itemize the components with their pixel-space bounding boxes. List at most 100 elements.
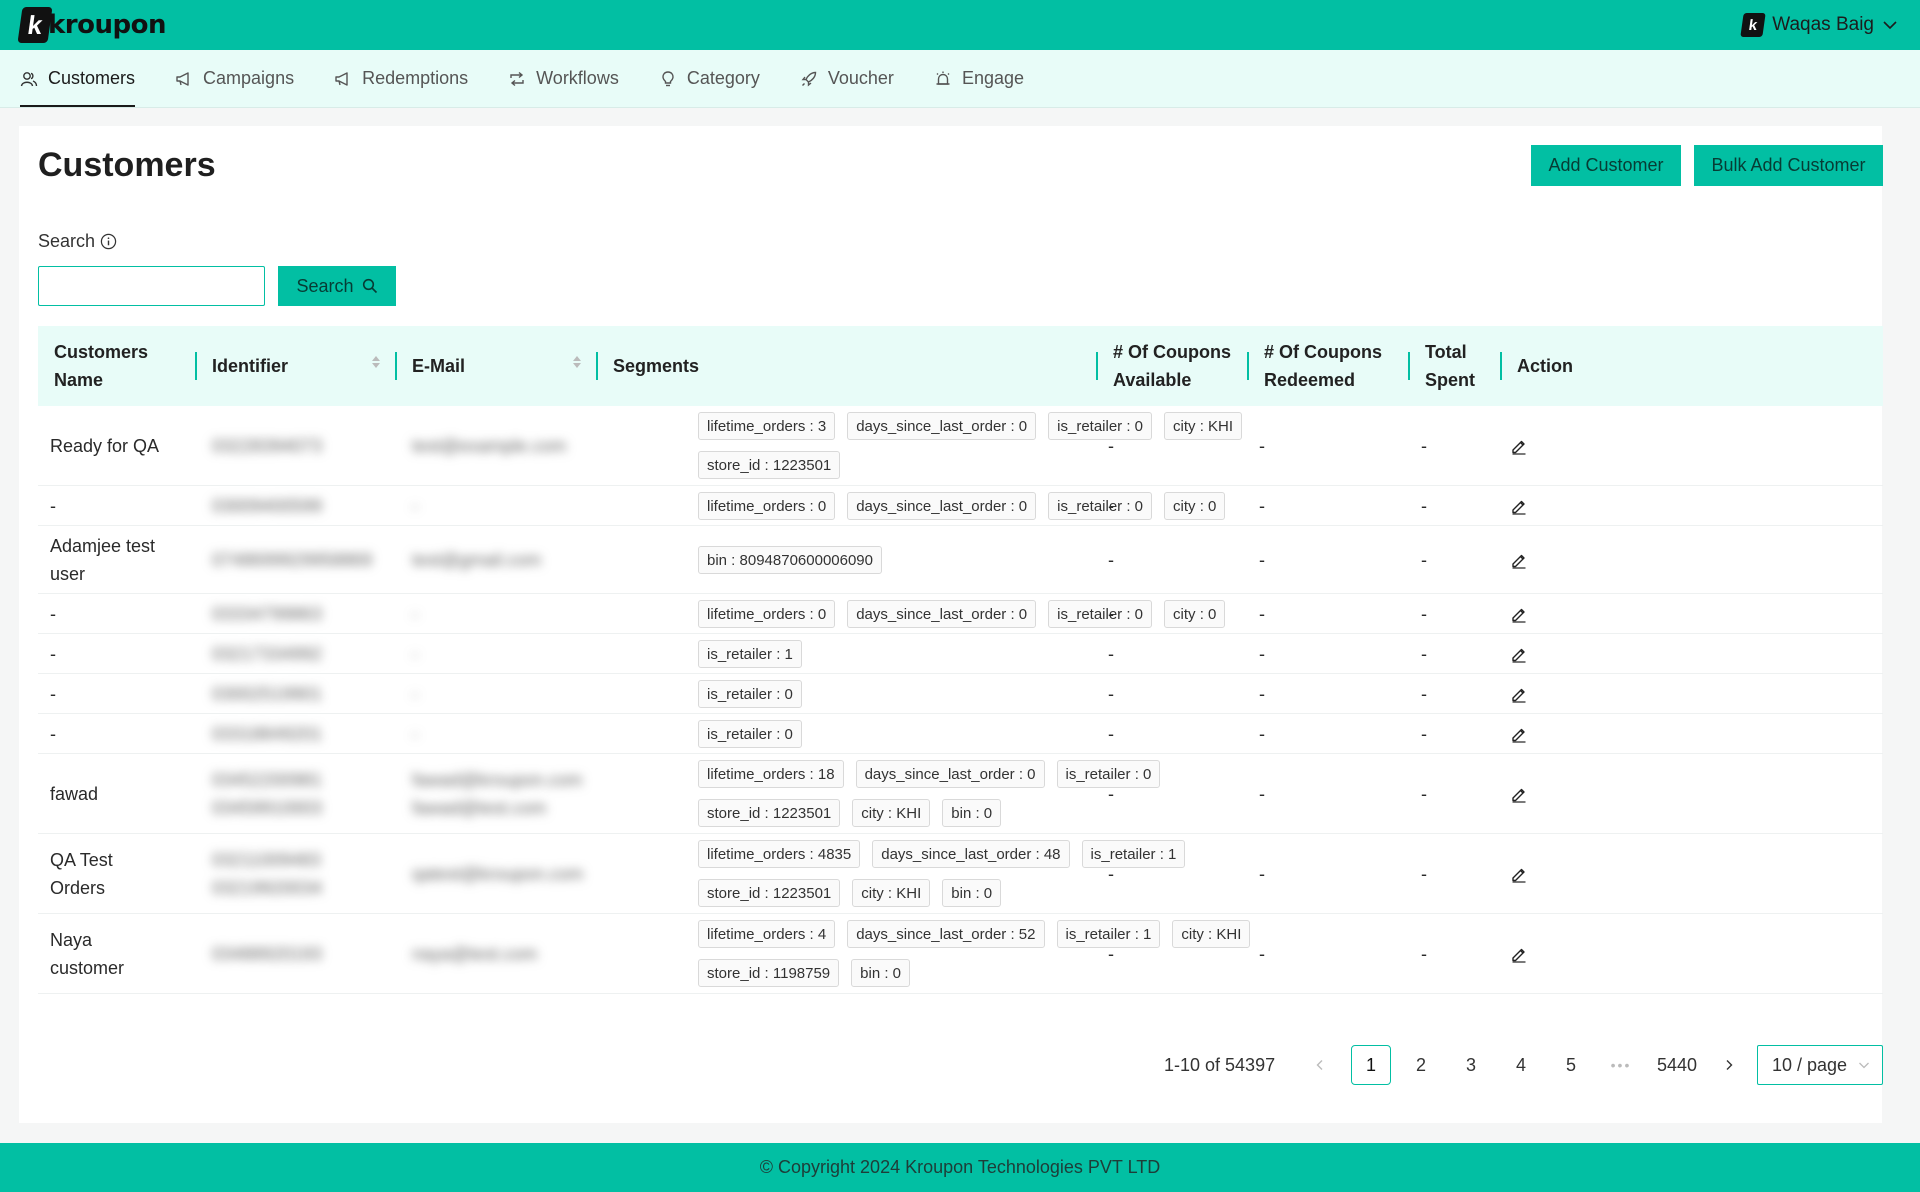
coupons-redeemed-cell: -: [1259, 783, 1265, 804]
action-cell: [1510, 486, 1528, 525]
segment-tag: bin : 0: [851, 959, 911, 987]
nav-item-category[interactable]: Category: [659, 50, 760, 107]
edit-icon[interactable]: [1510, 437, 1528, 455]
nav-item-voucher[interactable]: Voucher: [800, 50, 894, 107]
nav-item-campaigns[interactable]: Campaigns: [175, 50, 294, 107]
coupons-redeemed-cell: -: [1259, 549, 1265, 570]
sort-icon[interactable]: [573, 356, 581, 368]
segments-cell: lifetime_orders : 0 days_since_last_order…: [698, 600, 1258, 628]
add-customer-button[interactable]: Add Customer: [1531, 145, 1681, 186]
coupons-available-cell: -: [1108, 495, 1114, 516]
nav-item-workflows[interactable]: Workflows: [508, 50, 619, 107]
page-5-button[interactable]: 5: [1551, 1045, 1591, 1085]
pagination: 1-10 of 54397 1 2 3 4 5 ••• 5440 10 / pa…: [19, 1045, 1883, 1085]
column-header-email[interactable]: E-Mail: [412, 326, 465, 406]
edit-icon[interactable]: [1510, 945, 1528, 963]
segment-tag: city : KHI: [852, 879, 931, 907]
identifier-cell: 0748699929958869: [212, 549, 373, 570]
total-spent-cell: -: [1421, 495, 1427, 516]
sort-icon[interactable]: [372, 356, 380, 368]
segments-cell: is_retailer : 0: [698, 720, 1258, 748]
segment-tag: lifetime_orders : 4: [698, 920, 836, 948]
nav-item-engage[interactable]: Engage: [934, 50, 1024, 107]
customer-name-cell: Adamjee test user: [50, 535, 156, 584]
action-cell: [1510, 634, 1528, 673]
edit-icon[interactable]: [1510, 685, 1528, 703]
customers-table: Customers Name Identifier E-Mail Segment…: [38, 326, 1883, 994]
segment-tag: days_since_last_order : 0: [847, 492, 1037, 520]
page-size-select[interactable]: 10 / page: [1757, 1045, 1883, 1085]
segment-tag: store_id : 1223501: [698, 879, 841, 907]
pagination-ellipsis[interactable]: •••: [1601, 1045, 1641, 1085]
identifier-cell: 03217334992: [212, 643, 323, 664]
column-header-coupons-redeemed: # Of Coupons Redeemed: [1264, 342, 1382, 390]
identifier-cell: 03228394073: [212, 435, 323, 456]
brand-logo[interactable]: k kroupon: [17, 3, 166, 47]
email-cell: -: [412, 495, 418, 516]
segment-tag: city : KHI: [852, 799, 931, 827]
page-title: Customers: [38, 146, 216, 184]
segment-tag: lifetime_orders : 4835: [698, 840, 861, 868]
coupons-available-cell: -: [1108, 549, 1114, 570]
identifier-cell: 03002519901: [212, 683, 323, 704]
customer-name-cell: -: [50, 603, 56, 624]
segments-cell: lifetime_orders : 0 days_since_last_order…: [698, 492, 1258, 520]
edit-icon[interactable]: [1510, 645, 1528, 663]
coupons-redeemed-cell: -: [1259, 435, 1265, 456]
edit-icon[interactable]: [1510, 725, 1528, 743]
action-cell: [1510, 526, 1528, 593]
megaphone-icon: [334, 70, 352, 88]
action-cell: [1510, 674, 1528, 713]
segment-tag: city : KHI: [1172, 920, 1251, 948]
edit-icon[interactable]: [1510, 551, 1528, 569]
segments-cell: lifetime_orders : 18 days_since_last_orde…: [698, 760, 1258, 827]
user-name: Waqas Baig: [1772, 14, 1874, 35]
search-button-label: Search: [296, 275, 354, 296]
segment-tag: lifetime_orders : 18: [698, 760, 844, 788]
action-cell: [1510, 754, 1528, 833]
column-separator: [596, 352, 598, 380]
rocket-icon: [800, 70, 818, 88]
megaphone-icon: [175, 70, 193, 88]
edit-icon[interactable]: [1510, 865, 1528, 883]
info-icon[interactable]: [100, 233, 117, 250]
column-header-total-spent: Total Spent: [1425, 342, 1476, 390]
next-page-button[interactable]: [1715, 1045, 1743, 1085]
edit-icon[interactable]: [1510, 497, 1528, 515]
segment-tag: days_since_last_order : 0: [847, 600, 1037, 628]
customer-name-cell: Naya customer: [50, 929, 125, 978]
column-separator: [1247, 352, 1249, 380]
segments-cell: lifetime_orders : 4 days_since_last_order…: [698, 920, 1258, 987]
bulk-add-customer-button[interactable]: Bulk Add Customer: [1694, 145, 1883, 186]
search-button[interactable]: Search: [278, 266, 396, 306]
coupons-redeemed-cell: -: [1259, 863, 1265, 884]
nav-label: Campaigns: [203, 68, 295, 88]
edit-icon[interactable]: [1510, 605, 1528, 623]
last-page-button[interactable]: 5440: [1649, 1045, 1705, 1085]
total-spent-cell: -: [1421, 643, 1427, 664]
total-spent-cell: -: [1421, 723, 1427, 744]
logo-text: kroupon: [48, 10, 166, 40]
top-bar: k kroupon k Waqas Baig: [0, 0, 1920, 50]
nav-item-redemptions[interactable]: Redemptions: [334, 50, 468, 107]
email-cell: naya@test.com: [412, 943, 538, 964]
page-4-button[interactable]: 4: [1501, 1045, 1541, 1085]
segment-tag: bin : 8094870600006090: [698, 546, 882, 574]
nav-item-customers[interactable]: Customers: [20, 50, 136, 107]
table-row: Ready for QA 03228394073 test@example.com l…: [38, 406, 1883, 486]
chevron-down-icon: [1883, 21, 1897, 30]
column-header-name: Customers Name: [54, 342, 149, 390]
coupons-redeemed-cell: -: [1259, 603, 1265, 624]
page-2-button[interactable]: 2: [1401, 1045, 1441, 1085]
prev-page-button[interactable]: [1306, 1045, 1334, 1085]
nav-label: Customers: [48, 68, 136, 88]
user-menu[interactable]: k Waqas Baig: [1740, 13, 1898, 37]
column-header-identifier[interactable]: Identifier: [212, 326, 288, 406]
edit-icon[interactable]: [1510, 785, 1528, 803]
total-spent-cell: -: [1421, 549, 1427, 570]
identifier-cell: 03334799863: [212, 603, 323, 624]
email-cell: -: [412, 603, 418, 624]
search-input[interactable]: [38, 266, 265, 306]
page-1-button[interactable]: 1: [1351, 1045, 1391, 1085]
page-3-button[interactable]: 3: [1451, 1045, 1491, 1085]
